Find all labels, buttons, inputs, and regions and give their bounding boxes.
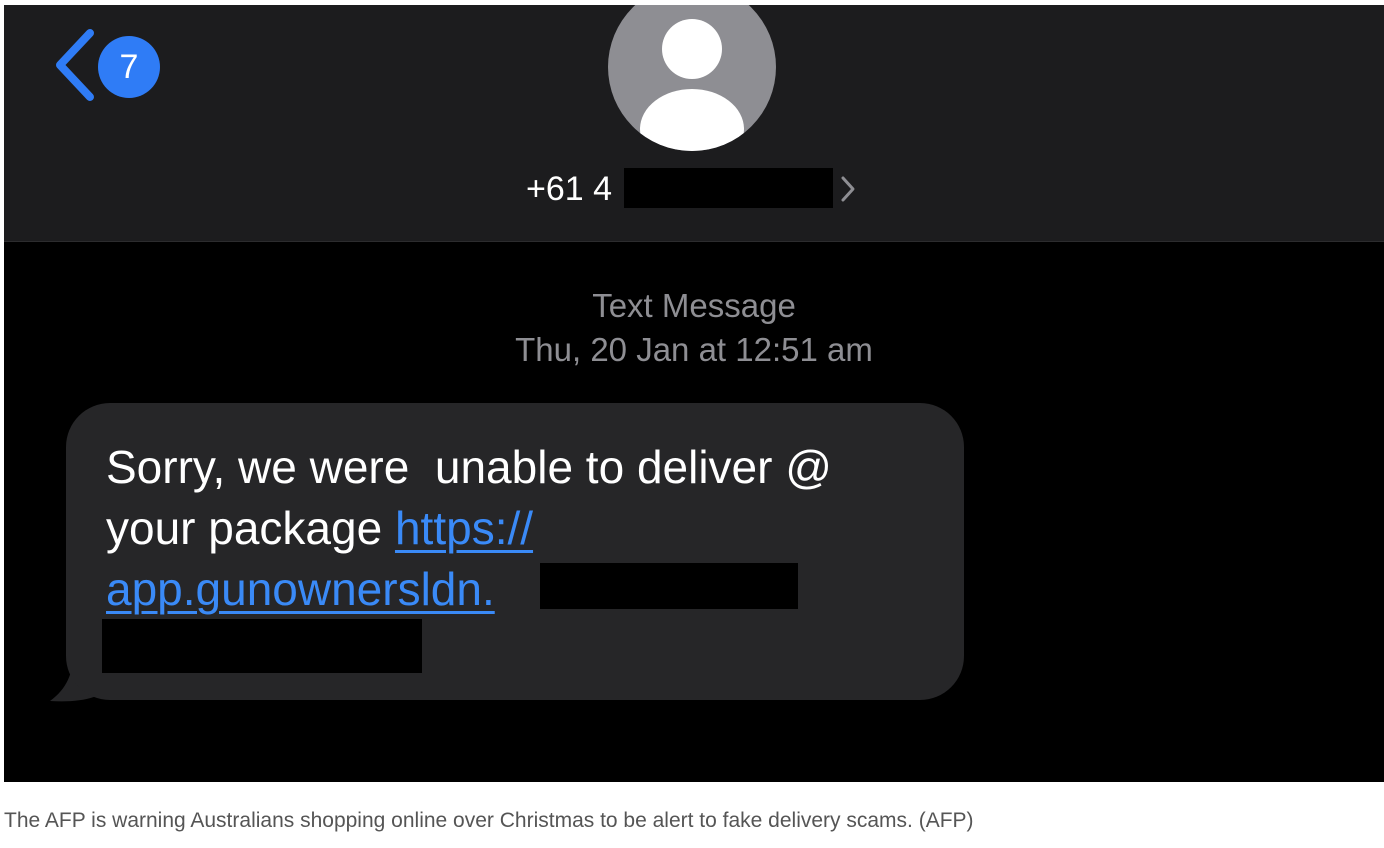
message-timestamp: Thu, 20 Jan at 12:51 am xyxy=(515,331,873,368)
screenshot-frame: 7 +61 4 Text Message Thu, 20 Jan at 12:5… xyxy=(4,5,1384,782)
message-link-part-1[interactable]: https:// xyxy=(395,502,533,554)
message-type-label: Text Message xyxy=(592,287,796,324)
image-caption: The AFP is warning Australians shopping … xyxy=(4,809,974,832)
message-line-1: Sorry, we were unable to deliver @ xyxy=(106,441,832,493)
message-text: Sorry, we were unable to deliver @ your … xyxy=(106,437,946,620)
message-bubble[interactable]: Sorry, we were unable to deliver @ your … xyxy=(66,403,964,700)
contact-number: +61 4 xyxy=(526,170,613,208)
redaction-bar xyxy=(102,619,422,673)
redaction-bar xyxy=(540,563,798,609)
unread-count-badge[interactable]: 7 xyxy=(98,36,160,98)
redaction-bar xyxy=(624,168,833,208)
contact-avatar[interactable] xyxy=(608,5,776,151)
message-line-2: your package xyxy=(106,502,395,554)
chevron-right-icon[interactable] xyxy=(840,175,856,203)
message-link-part-2[interactable]: app.gunownersldn. xyxy=(106,563,495,615)
conversation-header: 7 +61 4 xyxy=(4,5,1384,242)
chevron-left-icon[interactable] xyxy=(50,27,102,103)
person-silhouette-icon xyxy=(640,19,744,151)
